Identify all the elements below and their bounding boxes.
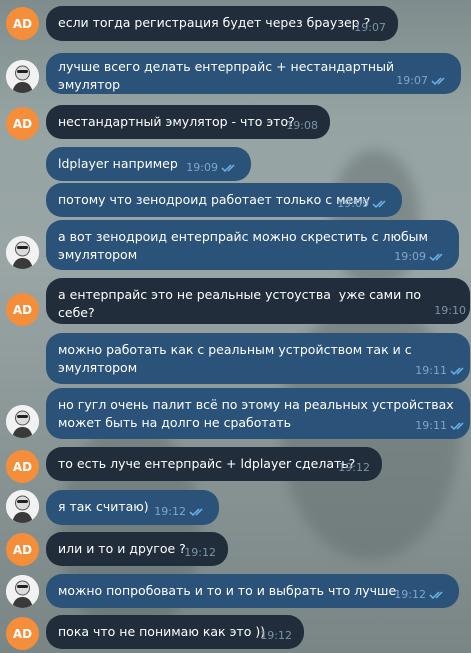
message-bubble[interactable]: но гугл очень палит всё по этому на реал… xyxy=(46,388,470,439)
avatar[interactable] xyxy=(6,236,39,269)
avatar[interactable] xyxy=(6,405,39,438)
read-check-icon xyxy=(221,164,235,173)
message-time: 19:12 xyxy=(338,461,370,474)
message-text: если тогда регистрация будет через брауз… xyxy=(58,15,371,30)
avatar[interactable]: AD xyxy=(6,107,39,140)
message-bubble[interactable]: можно работать как с реальным устройство… xyxy=(46,333,470,384)
message-time: 19:10 xyxy=(434,304,466,317)
message-bubble[interactable]: потому что зенодроид работает только с м… xyxy=(46,183,402,217)
avatar[interactable]: AD xyxy=(6,293,39,326)
message-bubble[interactable]: нестандартный эмулятор - что это? 19:08 xyxy=(46,105,330,139)
avatar[interactable]: AD xyxy=(6,617,39,650)
message-text: или и то и другое ? xyxy=(58,541,186,556)
message-bubble[interactable]: я так считаю) 19:12 xyxy=(46,490,219,525)
message-bubble[interactable]: а вот зенодроид ентерпрайс можно скрести… xyxy=(46,220,459,270)
message-time: 19:11 xyxy=(415,364,447,377)
robot-avatar-icon xyxy=(6,490,39,523)
message-time: 19:07 xyxy=(354,21,386,34)
message-time: 19:12 xyxy=(184,546,216,559)
message-time: 19:08 xyxy=(286,119,318,132)
message-bubble[interactable]: лучше всего делать ентерпрайс + нестанда… xyxy=(46,53,461,94)
avatar[interactable]: AD xyxy=(6,533,39,566)
message-text: а ентерпрайс это не реальные устоуства у… xyxy=(58,287,425,320)
message-bubble[interactable]: а ентерпрайс это не реальные устоуства у… xyxy=(46,278,470,324)
message-time: 19:09 xyxy=(186,161,218,174)
read-check-icon xyxy=(372,200,386,209)
message-text: я так считаю) xyxy=(58,499,149,514)
message-meta: 19:12 xyxy=(338,459,370,477)
message-meta: 19:09 xyxy=(337,195,390,213)
robot-avatar-icon xyxy=(6,575,39,608)
message-bubble[interactable]: то есть луче ентерпрайс + ldplayer сдела… xyxy=(46,447,382,481)
message-meta: 19:08 xyxy=(286,117,318,135)
message-time: 19:09 xyxy=(337,197,369,210)
message-time: 19:09 xyxy=(394,250,426,263)
message-text: то есть луче ентерпрайс + ldplayer сдела… xyxy=(58,456,356,471)
message-text: можно работать как с реальным устройство… xyxy=(58,342,416,375)
read-check-icon xyxy=(429,591,443,600)
message-meta: 19:12 xyxy=(260,627,292,645)
message-bubble[interactable]: можно попробовать и то и то и выбрать чт… xyxy=(46,574,459,608)
read-check-icon xyxy=(429,253,443,262)
message-text: лучше всего делать ентерпрайс + нестанда… xyxy=(58,59,399,92)
message-text: нестандартный эмулятор - что это? xyxy=(58,114,295,129)
message-bubble[interactable]: пока что не понимаю как это )) 19:12 xyxy=(46,615,304,649)
avatar[interactable] xyxy=(6,575,39,608)
message-text: пока что не понимаю как это )) xyxy=(58,624,266,639)
avatar[interactable] xyxy=(6,60,39,93)
avatar[interactable]: AD xyxy=(6,7,39,40)
message-meta: 19:09 xyxy=(186,159,239,177)
message-bubble[interactable]: если тогда регистрация будет через брауз… xyxy=(46,6,398,41)
robot-avatar-icon xyxy=(6,405,39,438)
message-meta: 19:07 xyxy=(354,19,386,37)
read-check-icon xyxy=(450,367,464,376)
message-time: 19:12 xyxy=(394,588,426,601)
robot-avatar-icon xyxy=(6,60,39,93)
message-text: но гугл очень палит всё по этому на реал… xyxy=(58,397,458,430)
message-meta: 19:11 xyxy=(415,362,468,380)
message-meta: 19:10 xyxy=(434,302,466,320)
message-meta: 19:09 xyxy=(394,248,447,266)
message-meta: 19:07 xyxy=(396,72,449,90)
message-text: потому что зенодроид работает только с м… xyxy=(58,192,371,207)
message-time: 19:11 xyxy=(415,419,447,432)
robot-avatar-icon xyxy=(6,236,39,269)
read-check-icon xyxy=(189,508,203,517)
message-meta: 19:12 xyxy=(154,503,207,521)
message-meta: 19:12 xyxy=(184,544,216,562)
message-meta: 19:12 xyxy=(394,586,447,604)
message-meta: 19:11 xyxy=(415,417,468,435)
avatar[interactable]: AD xyxy=(6,450,39,483)
message-bubble[interactable]: или и то и другое ? 19:12 xyxy=(46,532,228,566)
message-time: 19:07 xyxy=(396,74,428,87)
message-text: можно попробовать и то и то и выбрать чт… xyxy=(58,583,397,598)
message-text: а вот зенодроид ентерпрайс можно скрести… xyxy=(58,229,432,262)
read-check-icon xyxy=(431,77,445,86)
read-check-icon xyxy=(450,422,464,431)
message-bubble[interactable]: ldplayer например 19:09 xyxy=(46,147,251,181)
message-time: 19:12 xyxy=(260,629,292,642)
message-time: 19:12 xyxy=(154,505,186,518)
avatar[interactable] xyxy=(6,490,39,523)
message-text: ldplayer например xyxy=(58,156,178,171)
